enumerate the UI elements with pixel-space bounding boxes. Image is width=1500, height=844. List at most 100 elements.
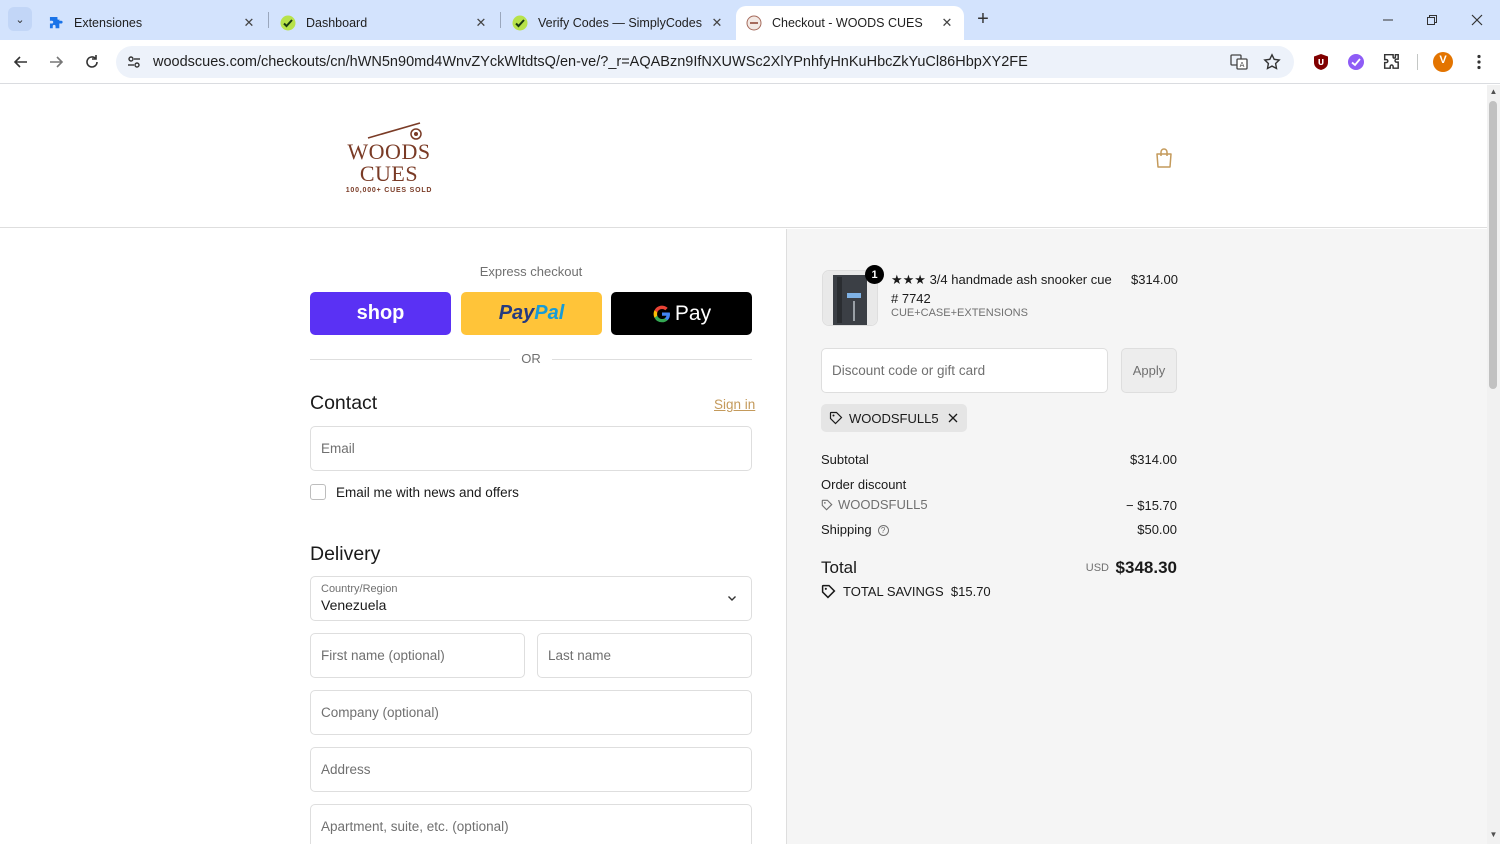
last-name-field[interactable]: Last name [537,633,752,678]
extension-purple-icon[interactable] [1346,52,1366,72]
product-price: $314.00 [1131,272,1178,287]
address-field[interactable]: Address [310,747,752,792]
browser-tab-bar: ⌄ Extensiones ✕ Dashboard ✕ Verify Codes… [0,0,1500,40]
remove-discount-icon[interactable] [947,412,959,424]
scroll-up-arrow-icon[interactable]: ▲ [1489,88,1498,96]
applied-code: WOODSFULL5 [849,410,939,426]
chevron-down-icon [728,596,736,601]
address-placeholder: Address [321,762,371,777]
apartment-placeholder: Apartment, suite, etc. (optional) [321,819,509,834]
paypal-label-2: Pal [534,302,565,324]
svg-text:U: U [1318,58,1325,67]
puzzle-icon [48,15,64,31]
svg-text:A: A [1240,61,1245,69]
logo-tagline: 100,000+ CUES SOLD [345,187,433,194]
new-tab-button[interactable]: + [972,9,994,31]
order-discount-value: − $15.70 [1126,498,1177,513]
page-scrollbar[interactable]: ▲ ▼ [1487,85,1500,844]
sign-in-link[interactable]: Sign in [714,397,755,412]
store-header: WOODS CUES 100,000+ CUES SOLD [0,85,1487,228]
savings-value: $15.70 [950,584,991,599]
product-title: ★★★ 3/4 handmade ash snooker cue # 7742 [891,272,1112,306]
minimize-icon[interactable] [1376,8,1400,32]
forward-icon[interactable] [44,50,68,74]
toolbar-divider [1417,54,1418,70]
tab-divider [268,12,269,28]
woods-cues-favicon-icon [746,15,762,31]
close-window-icon[interactable] [1465,8,1489,32]
order-discount-label: Order discount [821,477,907,492]
divider-line [552,359,752,360]
email-field[interactable]: Email [310,426,752,471]
tab-dashboard[interactable]: Dashboard ✕ [270,6,498,40]
extensions-puzzle-icon[interactable] [1382,52,1402,72]
subtotal-value: $314.00 [1130,452,1177,467]
shop-pay-button[interactable]: shop [310,292,451,335]
express-checkout-title: Express checkout [479,264,583,279]
news-label: Email me with news and offers [336,484,519,500]
email-placeholder: Email [321,441,355,456]
order-discount-code-text: WOODSFULL5 [838,497,928,512]
close-tab-icon[interactable]: ✕ [472,14,490,32]
total-savings: TOTAL SAVINGS $15.70 [821,584,991,599]
contact-heading: Contact [310,392,378,414]
close-tab-icon[interactable]: ✕ [240,14,258,32]
google-g-icon [653,305,670,322]
help-circle-icon[interactable]: ? [877,525,889,536]
last-name-placeholder: Last name [548,648,612,663]
restore-icon[interactable] [1420,8,1444,32]
country-select[interactable]: Country/Region Venezuela [310,576,752,621]
paypal-button[interactable]: Pay Pal [461,292,602,335]
reload-icon[interactable] [80,50,104,74]
tab-search-chevron-icon[interactable]: ⌄ [8,7,32,31]
delivery-heading: Delivery [310,543,381,565]
checkout-form: Express checkout shop Pay Pal Pay OR Cont… [0,229,786,844]
translate-icon[interactable]: A [1229,52,1249,72]
news-checkbox[interactable] [310,484,326,500]
close-tab-icon[interactable]: ✕ [938,14,956,32]
cue-ball-logo-icon [367,122,422,140]
applied-discount-chip: WOODSFULL5 [821,404,967,432]
google-pay-label: Pay [674,301,712,325]
more-menu-icon[interactable] [1469,52,1489,72]
apartment-field[interactable]: Apartment, suite, etc. (optional) [310,804,752,844]
shop-pay-label: shop [356,302,405,324]
tab-verify-codes[interactable]: Verify Codes — SimplyCodes ✕ [502,6,734,40]
tab-extensiones[interactable]: Extensiones ✕ [38,6,266,40]
google-pay-button[interactable]: Pay [611,292,752,335]
bookmark-star-icon[interactable] [1262,52,1282,72]
browser-toolbar: woodscues.com/checkouts/cn/hWN5n90md4Wnv… [0,40,1500,84]
company-placeholder: Company (optional) [321,705,439,720]
ublock-shield-icon[interactable]: U [1311,52,1331,72]
site-settings-icon[interactable] [124,52,144,72]
news-opt-in[interactable]: Email me with news and offers [310,483,519,501]
order-discount-code: WOODSFULL5 [821,497,928,512]
apply-button[interactable]: Apply [1121,348,1177,393]
close-tab-icon[interactable]: ✕ [708,14,726,32]
or-divider: OR [310,351,752,367]
tag-icon [821,499,833,511]
scrollbar-thumb[interactable] [1489,101,1497,389]
company-field[interactable]: Company (optional) [310,690,752,735]
shopping-bag-icon[interactable] [1153,147,1175,169]
savings-tag-icon [821,584,836,599]
quantity-badge: 1 [865,265,884,284]
shipping-value: $50.00 [1137,522,1177,537]
address-bar[interactable]: woodscues.com/checkouts/cn/hWN5n90md4Wnv… [116,46,1294,78]
discount-code-field[interactable]: Discount code or gift card [821,348,1108,393]
savings-label: TOTAL SAVINGS [843,584,944,599]
tab-checkout[interactable]: Checkout - WOODS CUES ✕ [736,6,964,40]
tab-divider [500,12,501,28]
first-name-field[interactable]: First name (optional) [310,633,525,678]
tag-icon [829,411,843,425]
profile-initial: V [1439,54,1447,66]
back-icon[interactable] [9,50,33,74]
country-value: Venezuela [321,597,387,613]
discount-placeholder: Discount code or gift card [832,363,986,378]
store-logo[interactable]: WOODS CUES 100,000+ CUES SOLD [328,121,450,194]
scroll-down-arrow-icon[interactable]: ▼ [1489,831,1498,839]
checkout-page: WOODS CUES 100,000+ CUES SOLD Express ch… [0,85,1487,844]
simplycodes-icon [512,15,528,31]
tab-title: Dashboard [306,16,368,30]
url-text: woodscues.com/checkouts/cn/hWN5n90md4Wnv… [153,54,1028,70]
